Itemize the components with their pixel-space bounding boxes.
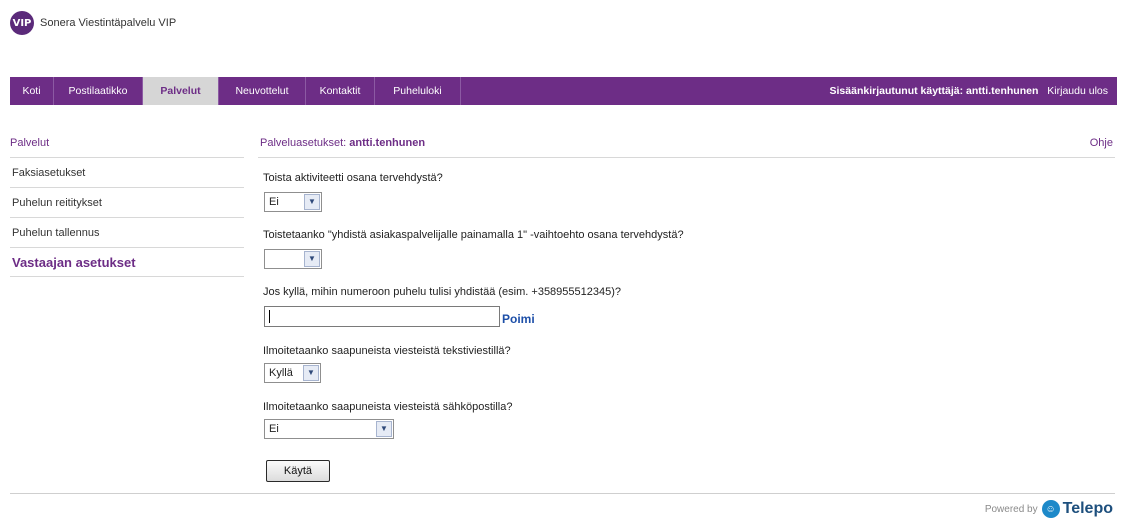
sidebar-item-vastaajan-asetukset[interactable]: Vastaajan asetukset xyxy=(12,255,136,270)
q1-select-value: Ei xyxy=(269,196,279,208)
chevron-down-icon: ▼ xyxy=(376,421,392,437)
q2-label: Toistetaanko "yhdistä asiakaspalvelijall… xyxy=(263,229,684,241)
chevron-down-icon: ▼ xyxy=(304,194,320,210)
apply-button[interactable]: Käytä xyxy=(266,460,330,482)
sidebar-divider xyxy=(10,217,244,218)
chevron-down-icon: ▼ xyxy=(303,365,319,381)
app-logo: VIP Sonera Viestintäpalvelu VIP xyxy=(10,11,176,35)
q5-select-value: Ei xyxy=(269,423,279,435)
telepo-logo-text: Telepo xyxy=(1062,500,1113,517)
page-title-prefix: Palveluasetukset: xyxy=(260,137,347,149)
chevron-down-icon: ▼ xyxy=(304,251,320,267)
top-navigation: Koti Postilaatikko Palvelut Neuvottelut … xyxy=(10,77,1117,105)
nav-postilaatikko[interactable]: Postilaatikko xyxy=(54,77,143,105)
nav-neuvottelut[interactable]: Neuvottelut xyxy=(219,77,306,105)
q4-select-value: Kyllä xyxy=(269,367,293,379)
page-title: Palveluasetukset: antti.tenhunen xyxy=(260,137,425,149)
sidebar-item-puhelun-tallennus[interactable]: Puhelun tallennus xyxy=(12,227,99,239)
sidebar-divider xyxy=(10,247,244,248)
logout-link[interactable]: Kirjaudu ulos xyxy=(1047,85,1108,97)
page-title-user: antti.tenhunen xyxy=(349,137,426,149)
q2-select[interactable]: ▼ xyxy=(264,249,322,269)
sidebar-divider xyxy=(10,187,244,188)
q4-select[interactable]: Kyllä ▼ xyxy=(264,363,321,383)
sidebar-item-puhelun-reititykset[interactable]: Puhelun reititykset xyxy=(12,197,102,209)
q4-label: Ilmoitetaanko saapuneista viesteistä tek… xyxy=(263,345,511,357)
app-name: Sonera Viestintäpalvelu VIP xyxy=(40,17,177,29)
pick-number-link[interactable]: Poimi xyxy=(502,312,535,326)
powered-by-label: Powered by xyxy=(984,503,1038,515)
footer-divider xyxy=(10,493,1115,494)
text-caret xyxy=(269,310,270,323)
telepo-logo-icon: ☺ xyxy=(1041,500,1060,518)
sidebar-title: Palvelut xyxy=(10,137,50,149)
q1-select[interactable]: Ei ▼ xyxy=(264,192,322,212)
main-divider xyxy=(258,157,1115,158)
sidebar-divider xyxy=(10,276,244,277)
logged-in-prefix: Sisäänkirjautunut käyttäjä: xyxy=(829,85,964,97)
nav-puheluloki[interactable]: Puheluloki xyxy=(375,77,461,105)
help-link[interactable]: Ohje xyxy=(1090,137,1113,149)
sidebar-item-faksiasetukset[interactable]: Faksiasetukset xyxy=(12,167,85,179)
q1-label: Toista aktiviteetti osana tervehdystä? xyxy=(263,172,443,184)
nav-koti[interactable]: Koti xyxy=(10,77,54,105)
forward-number-input[interactable] xyxy=(264,306,500,327)
q5-select[interactable]: Ei ▼ xyxy=(264,419,394,439)
vip-logo-badge: VIP xyxy=(10,11,34,35)
nav-kontaktit[interactable]: Kontaktit xyxy=(306,77,375,105)
logged-in-username: antti.tenhunen xyxy=(966,85,1039,97)
user-area: Sisäänkirjautunut käyttäjä: antti.tenhun… xyxy=(830,77,1109,105)
sidebar-divider xyxy=(10,157,244,158)
powered-by: Powered by ☺ Telepo xyxy=(985,500,1113,518)
q3-label: Jos kyllä, mihin numeroon puhelu tulisi … xyxy=(263,286,622,298)
q5-label: Ilmoitetaanko saapuneista viesteistä säh… xyxy=(263,401,513,413)
nav-palvelut[interactable]: Palvelut xyxy=(143,77,219,105)
